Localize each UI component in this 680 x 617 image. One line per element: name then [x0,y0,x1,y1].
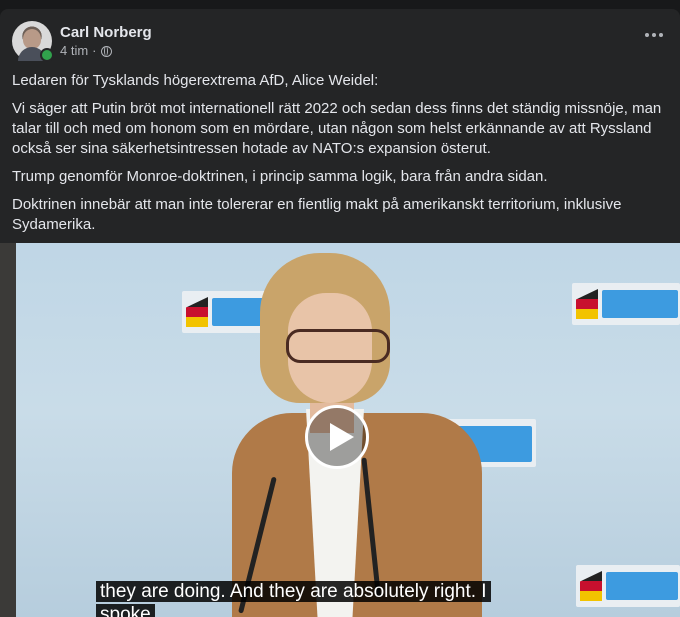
video-caption: they are doing. And they are absolutely … [96,580,491,617]
post-paragraph: Trump genomför Monroe-doktrinen, i princ… [12,168,548,185]
post-paragraph: Ledaren för Tysklands högerextrema AfD, … [12,72,379,89]
video-edge [0,243,16,617]
separator: · [92,43,97,58]
party-logo [572,283,680,325]
glasses [286,329,390,363]
play-icon[interactable] [305,405,369,469]
dot [645,33,649,37]
post-paragraph: Doktrinen innebär att man inte tolererar… [12,196,622,233]
online-status-icon [40,48,54,62]
post-paragraph: Vi säger att Putin bröt mot internatione… [12,100,662,157]
caption-line: spoke [96,604,155,617]
more-options-icon[interactable] [642,27,666,43]
avatar-face [23,29,41,49]
dot [652,33,656,37]
post-card: Carl Norberg 4 tim · Ledaren för Tysklan… [0,9,680,617]
post-subline: 4 tim · [60,42,152,60]
logo-wordmark [602,290,678,318]
flag-graphic [186,297,208,327]
post-time[interactable]: 4 tim [60,42,88,60]
post-header: Carl Norberg 4 tim · [12,21,152,62]
caption-line: they are doing. And they are absolutely … [96,581,491,602]
dot [659,33,663,37]
video-player[interactable]: they are doing. And they are absolutely … [0,243,680,617]
party-logo [576,565,680,607]
post-text: Ledaren för Tysklands högerextrema AfD, … [12,71,668,243]
globe-icon [100,45,112,57]
post-meta: Carl Norberg 4 tim · [60,23,152,60]
author-name[interactable]: Carl Norberg [60,23,152,42]
avatar[interactable] [12,21,54,62]
flag-graphic [580,571,602,601]
logo-wordmark [606,572,678,600]
flag-graphic [576,289,598,319]
